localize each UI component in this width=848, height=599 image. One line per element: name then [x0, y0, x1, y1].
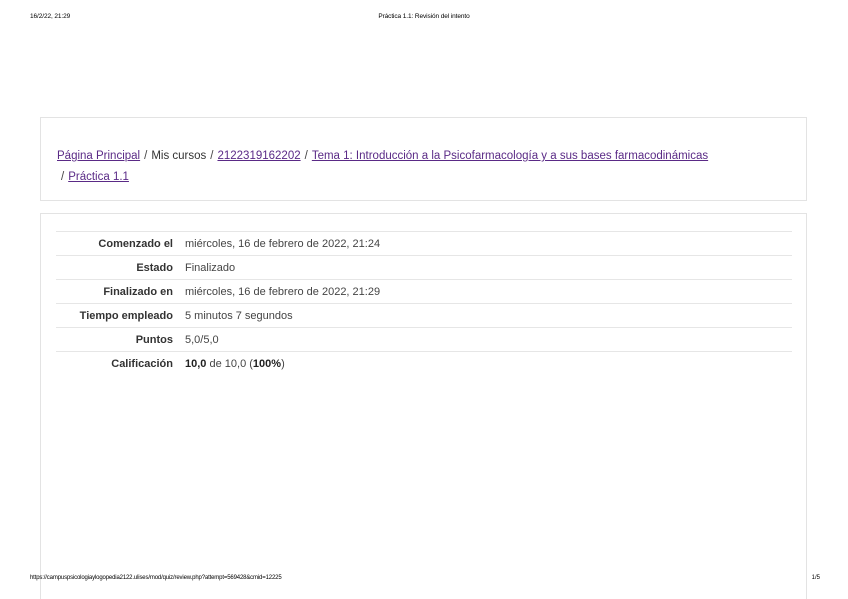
grade-percent: 100% [252, 357, 282, 370]
time-label: Tiempo empleado [56, 303, 179, 328]
attempt-summary-card: Comenzado el miércoles, 16 de febrero de… [40, 213, 807, 599]
breadcrumb-separator: / [210, 150, 214, 162]
breadcrumb-course-link[interactable]: 2122319162202 [217, 150, 300, 162]
page: 16/2/22, 21:29 Práctica 1.1: Revisión de… [0, 0, 848, 599]
breadcrumb-separator: / [144, 150, 148, 162]
breadcrumb-home-link[interactable]: Página Principal [57, 150, 140, 162]
print-footer-page: 1/5 [811, 575, 820, 581]
grade-label: Calificación [56, 351, 179, 375]
attempt-summary-table: Comenzado el miércoles, 16 de febrero de… [56, 231, 792, 375]
summary-row-points: Puntos 5,0/5,0 [56, 327, 792, 352]
summary-row-time: Tiempo empleado 5 minutos 7 segundos [56, 303, 792, 328]
grade-of: de 10,0 [209, 357, 247, 370]
points-value: 5,0/5,0 [179, 327, 792, 352]
breadcrumb-separator: / [304, 150, 308, 162]
summary-row-finished: Finalizado en miércoles, 16 de febrero d… [56, 279, 792, 304]
time-value: 5 minutos 7 segundos [179, 303, 792, 328]
summary-row-state: Estado Finalizado [56, 255, 792, 280]
breadcrumb-separator: / [61, 171, 65, 183]
state-label: Estado [56, 255, 179, 280]
grade-value-cell: 10,0 de 10,0 (100%) [179, 351, 792, 375]
breadcrumb: Página Principal / Mis cursos/212231916220… [57, 146, 787, 188]
state-value: Finalizado [179, 255, 792, 280]
started-value: miércoles, 16 de febrero de 2022, 21:24 [179, 231, 792, 256]
grade-value: 10,0 [185, 357, 207, 370]
summary-row-grade: Calificación 10,0 de 10,0 (100%) [56, 351, 792, 375]
points-label: Puntos [56, 327, 179, 352]
summary-row-started: Comenzado el miércoles, 16 de febrero de… [56, 231, 792, 256]
breadcrumb-card: Página Principal / Mis cursos/212231916220… [40, 117, 807, 201]
breadcrumb-my-courses: Mis cursos [151, 150, 207, 162]
print-footer-url: https://campuspsicologiaylogopedia2122.u… [30, 575, 282, 581]
finished-label: Finalizado en [56, 279, 179, 304]
started-label: Comenzado el [56, 231, 179, 256]
finished-value: miércoles, 16 de febrero de 2022, 21:29 [179, 279, 792, 304]
print-header-title: Práctica 1.1: Revisión del intento [378, 13, 470, 20]
breadcrumb-activity-link[interactable]: Práctica 1.1 [68, 171, 129, 183]
breadcrumb-topic-link[interactable]: Tema 1: Introducción a la Psicofarmacolo… [312, 150, 708, 162]
